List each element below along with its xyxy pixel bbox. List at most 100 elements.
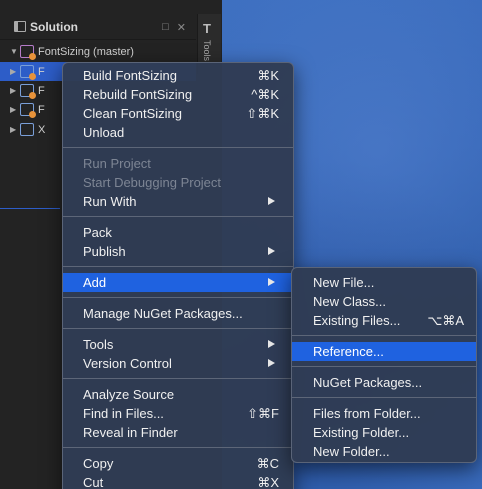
menu-item-tools[interactable]: Tools: [63, 335, 293, 354]
menu-item-pack[interactable]: Pack: [63, 223, 293, 242]
project-icon: [20, 103, 36, 118]
pane-header: Solution □ ✕: [0, 14, 196, 40]
menu-item-copy[interactable]: Copy ⌘C: [63, 454, 293, 473]
menu-separator: [292, 366, 476, 367]
tree-item-label: F: [38, 65, 45, 78]
menu-separator: [63, 216, 293, 217]
submenu-item-files-from-folder[interactable]: Files from Folder...: [292, 404, 476, 423]
expand-arrow-icon[interactable]: ▶: [10, 67, 20, 76]
expand-arrow-icon[interactable]: ▶: [10, 86, 20, 95]
menu-item-shortcut: ⌘K: [257, 67, 279, 83]
menu-item-label: Run Project: [83, 156, 151, 171]
expand-arrow-icon[interactable]: ▶: [10, 125, 20, 134]
menu-item-shortcut: ⌘C: [256, 455, 279, 471]
menu-item-unload[interactable]: Unload: [63, 123, 293, 142]
menu-item-label: Reference...: [313, 344, 384, 359]
close-icon[interactable]: ✕: [177, 21, 186, 34]
tree-item-label: F: [38, 84, 45, 97]
menu-separator: [292, 335, 476, 336]
menu-item-shortcut: ⌥⌘A: [427, 312, 464, 328]
submenu-item-new-class[interactable]: New Class...: [292, 292, 476, 311]
tree-item-label: F: [38, 103, 45, 116]
menu-item-label: Existing Folder...: [313, 425, 410, 440]
menu-item-label: Files from Folder...: [313, 406, 421, 421]
menu-item-rebuild[interactable]: Rebuild FontSizing ^⌘K: [63, 85, 293, 104]
editor-divider: [0, 208, 60, 209]
menu-item-label: Existing Files...: [313, 313, 401, 328]
menu-item-reveal-in-finder[interactable]: Reveal in Finder: [63, 423, 293, 442]
submenu-item-reference[interactable]: Reference...: [292, 342, 476, 361]
maximize-icon[interactable]: □: [162, 21, 169, 34]
tree-item-label: X: [38, 123, 46, 136]
submenu-arrow-icon: [268, 197, 275, 205]
menu-item-label: Clean FontSizing: [83, 106, 182, 121]
menu-separator: [63, 147, 293, 148]
menu-item-label: New Folder...: [313, 444, 390, 459]
submenu-item-new-file[interactable]: New File...: [292, 273, 476, 292]
submenu-arrow-icon: [268, 340, 275, 348]
menu-item-analyze-source[interactable]: Analyze Source: [63, 385, 293, 404]
solution-pane-icon: [14, 21, 26, 32]
expand-arrow-icon[interactable]: ▶: [10, 105, 20, 114]
menu-item-label: Unload: [83, 125, 125, 140]
menu-separator: [63, 378, 293, 379]
pane-title: Solution: [30, 19, 78, 34]
menu-item-publish[interactable]: Publish: [63, 242, 293, 261]
menu-item-add[interactable]: Add: [63, 273, 293, 292]
menu-item-manage-nuget[interactable]: Manage NuGet Packages...: [63, 304, 293, 323]
menu-item-label: Run With: [83, 194, 137, 209]
menu-item-label: Rebuild FontSizing: [83, 87, 193, 102]
menu-item-label: Cut: [83, 475, 104, 489]
menu-item-label: Analyze Source: [83, 387, 175, 402]
menu-separator: [63, 447, 293, 448]
menu-separator: [63, 297, 293, 298]
submenu-arrow-icon: [268, 359, 275, 367]
menu-item-clean[interactable]: Clean FontSizing ⇧⌘K: [63, 104, 293, 123]
menu-item-label: Manage NuGet Packages...: [83, 306, 243, 321]
menu-separator: [292, 397, 476, 398]
tree-item-label: FontSizing (master): [38, 45, 134, 58]
menu-item-label: Publish: [83, 244, 126, 259]
menu-item-label: New File...: [313, 275, 375, 290]
menu-item-label: New Class...: [313, 294, 386, 309]
project-icon: [20, 65, 36, 80]
menu-item-label: Find in Files...: [83, 406, 164, 421]
pane-controls: □ ✕: [162, 21, 186, 34]
menu-item-label: Reveal in Finder: [83, 425, 178, 440]
menu-item-start-debugging: Start Debugging Project: [63, 173, 293, 192]
menu-item-shortcut: ⇧⌘K: [246, 105, 279, 121]
menu-item-label: NuGet Packages...: [313, 375, 423, 390]
menu-separator: [63, 266, 293, 267]
menu-item-build[interactable]: Build FontSizing ⌘K: [63, 66, 293, 85]
project-icon: [20, 84, 36, 99]
solution-icon: [20, 45, 36, 60]
menu-item-run-project: Run Project: [63, 154, 293, 173]
menu-item-label: Version Control: [83, 356, 172, 371]
submenu-item-existing-files[interactable]: Existing Files... ⌥⌘A: [292, 311, 476, 330]
toolbox-tab-label: Tools: [202, 40, 212, 62]
menu-item-label: Copy: [83, 456, 114, 471]
expand-arrow-icon[interactable]: ▼: [10, 47, 20, 56]
submenu-item-new-folder[interactable]: New Folder...: [292, 442, 476, 461]
submenu-item-nuget-packages[interactable]: NuGet Packages...: [292, 373, 476, 392]
menu-item-shortcut: ^⌘K: [251, 86, 279, 102]
menu-separator: [63, 328, 293, 329]
add-submenu: New File... New Class... Existing Files.…: [291, 267, 477, 463]
tree-item-solution[interactable]: ▼ FontSizing (master): [0, 42, 196, 61]
context-menu: Build FontSizing ⌘K Rebuild FontSizing ^…: [62, 62, 294, 489]
menu-item-find-in-files[interactable]: Find in Files... ⇧⌘F: [63, 404, 293, 423]
menu-item-cut[interactable]: Cut ⌘X: [63, 473, 293, 489]
menu-item-label: Build FontSizing: [83, 68, 177, 83]
menu-item-shortcut: ⌘X: [257, 474, 279, 489]
menu-item-label: Start Debugging Project: [83, 175, 222, 190]
submenu-item-existing-folder[interactable]: Existing Folder...: [292, 423, 476, 442]
menu-item-shortcut: ⇧⌘F: [247, 405, 279, 421]
menu-item-label: Tools: [83, 337, 114, 352]
menu-item-label: Pack: [83, 225, 112, 240]
submenu-arrow-icon: [268, 278, 275, 286]
toolbox-icon: T: [203, 21, 211, 36]
menu-item-run-with[interactable]: Run With: [63, 192, 293, 211]
submenu-arrow-icon: [268, 247, 275, 255]
project-icon: [20, 123, 34, 136]
menu-item-version-control[interactable]: Version Control: [63, 354, 293, 373]
